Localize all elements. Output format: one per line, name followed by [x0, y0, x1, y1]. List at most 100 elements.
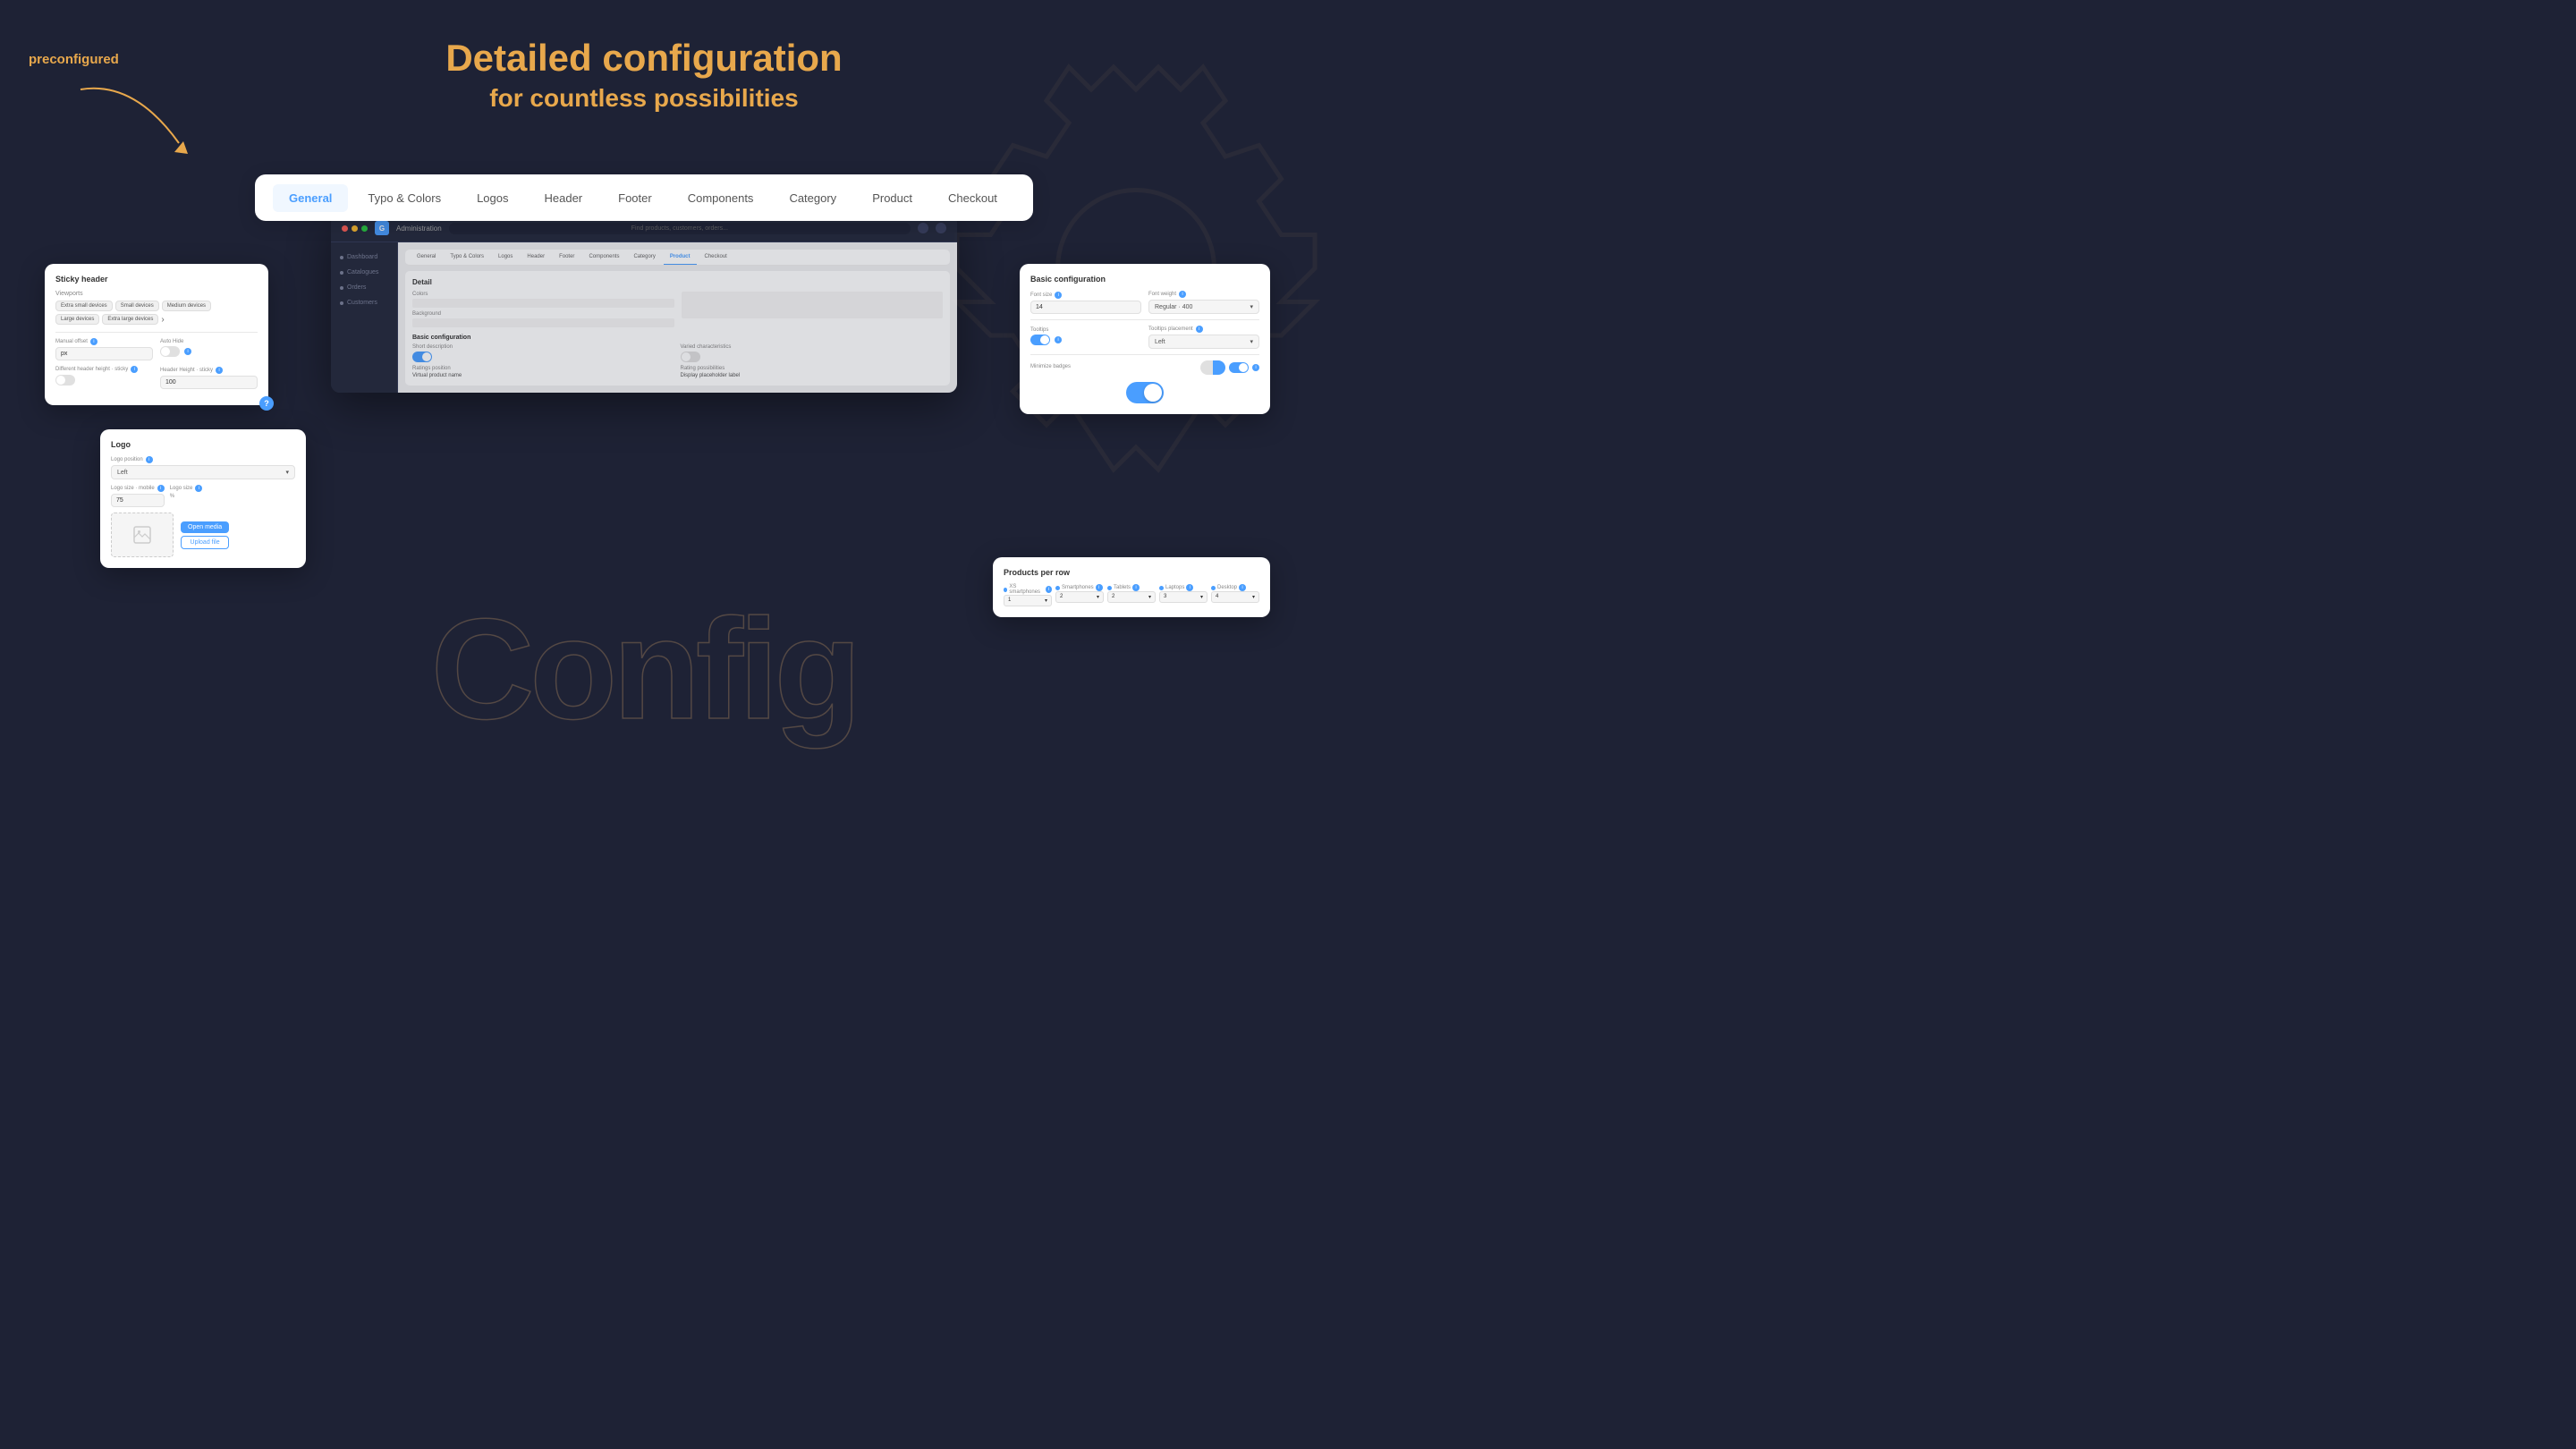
font-size-info: i	[1055, 292, 1062, 299]
card-products-per-row: Products per row XS smartphones i 1▾ Sma…	[993, 557, 1270, 617]
font-weight-label: Font weight i	[1148, 291, 1259, 298]
auto-hide-info: i	[184, 348, 191, 355]
auto-hide-toggle[interactable]	[160, 346, 180, 357]
logo-size-mobile-label: Logo size · mobile i	[111, 485, 165, 492]
sticky-header-title: Sticky header	[55, 275, 258, 284]
upload-file-button[interactable]: Upload file	[181, 536, 229, 549]
main-tab-bar: General Typo & Colors Logos Header Foote…	[255, 174, 1033, 221]
tab-header[interactable]: Header	[529, 184, 599, 212]
short-desc-toggle[interactable]	[412, 352, 432, 362]
logo-position-select[interactable]: Left ▾	[111, 465, 295, 479]
card-sticky-header: Sticky header Viewports Extra small devi…	[45, 264, 268, 405]
ppr-xs-info: i	[1046, 586, 1052, 593]
open-media-button[interactable]: Open media	[181, 521, 229, 533]
products-per-row-title: Products per row	[1004, 568, 1259, 577]
sidebar-item-customers[interactable]: Customers	[331, 295, 397, 310]
sidebar-item-orders[interactable]: Orders	[331, 280, 397, 295]
chip-xl[interactable]: Extra large devices	[102, 314, 158, 325]
card-basic-config: Basic configuration Font size i 14 Font …	[1020, 264, 1270, 414]
ppr-md-info: i	[1132, 584, 1140, 591]
ppr-lg-info: i	[1186, 584, 1193, 591]
diff-header-toggle[interactable]	[55, 375, 75, 386]
font-size-input[interactable]: 14	[1030, 301, 1141, 314]
admin-panel: G Administration Find products, customer…	[331, 215, 957, 393]
inner-tab-components[interactable]: Components	[582, 250, 625, 265]
inner-tab-typo[interactable]: Typo & Colors	[444, 250, 490, 265]
chip-xs[interactable]: Extra small devices	[55, 301, 113, 311]
tooltips-placement-info: i	[1196, 326, 1203, 333]
chip-sm[interactable]: Small devices	[115, 301, 159, 311]
ppr-md-select[interactable]: 2▾	[1107, 591, 1156, 603]
inner-tab-logos[interactable]: Logos	[492, 250, 519, 265]
viewports-label: Viewports	[55, 291, 258, 297]
tooltips-placement-select[interactable]: Left ▾	[1148, 335, 1259, 349]
tab-product[interactable]: Product	[856, 184, 928, 212]
ppr-col-sm: Smartphones i 2▾	[1055, 584, 1104, 606]
tab-general[interactable]: General	[273, 184, 348, 212]
logo-position-info: i	[146, 456, 153, 463]
chip-md[interactable]: Medium devices	[162, 301, 211, 311]
logo-size-mobile-info: i	[157, 485, 165, 492]
inner-tab-header[interactable]: Header	[521, 250, 551, 265]
config-watermark: Config	[431, 587, 857, 751]
tab-category[interactable]: Category	[773, 184, 852, 212]
chip-lg[interactable]: Large devices	[55, 314, 99, 325]
admin-search[interactable]: Find products, customers, orders...	[449, 223, 911, 234]
minimize-badges-toggle-partial[interactable]	[1200, 360, 1225, 375]
card-logo: Logo Logo position i Left ▾ Logo size · …	[100, 429, 306, 568]
minimize-badges-label: Minimize badges	[1030, 364, 1071, 369]
logo-title: Logo	[111, 440, 295, 449]
products-per-row-grid: XS smartphones i 1▾ Smartphones i 2▾ Tab…	[1004, 584, 1259, 606]
manual-offset-input[interactable]: px	[55, 347, 153, 360]
help-icon	[936, 223, 946, 233]
inner-tab-category[interactable]: Category	[627, 250, 661, 265]
diff-header-label: Different header height · sticky i	[55, 366, 153, 373]
tab-checkout[interactable]: Checkout	[932, 184, 1013, 212]
dot-red	[342, 225, 348, 232]
ppr-sm-select[interactable]: 2▾	[1055, 591, 1104, 603]
ppr-xl-select[interactable]: 4▾	[1211, 591, 1259, 603]
sidebar-item-dashboard[interactable]: Dashboard	[331, 250, 397, 265]
logo-position-label: Logo position i	[111, 456, 295, 463]
manual-offset-info: i	[90, 338, 97, 345]
ppr-xl-info: i	[1239, 584, 1246, 591]
tab-components[interactable]: Components	[672, 184, 770, 212]
tooltips-info: i	[1055, 336, 1062, 343]
ppr-col-lg: Laptops i 3▾	[1159, 584, 1208, 606]
font-weight-select[interactable]: Regular · 400 ▾	[1148, 300, 1259, 314]
tooltips-toggle[interactable]	[1030, 335, 1050, 345]
chips-arrow: ›	[161, 315, 164, 325]
logo-size-mobile-input[interactable]: 75	[111, 494, 165, 507]
admin-logo: G	[375, 221, 389, 235]
ppr-col-xl: Desktop i 4▾	[1211, 584, 1259, 606]
large-blue-toggle[interactable]	[1126, 382, 1164, 403]
preconfigured-label: preconfigured	[29, 52, 119, 67]
ppr-col-xs: XS smartphones i 1▾	[1004, 584, 1052, 606]
header-height-info: i	[216, 367, 223, 374]
ppr-xs-select[interactable]: 1▾	[1004, 595, 1052, 606]
sidebar-item-catalogues[interactable]: Catalogues	[331, 265, 397, 280]
diff-header-info: i	[131, 366, 138, 373]
basic-config-title: Basic configuration	[1030, 275, 1259, 284]
inner-tab-checkout[interactable]: Checkout	[699, 250, 733, 265]
header-height-label: Header Height · sticky i	[160, 367, 258, 374]
inner-tab-footer[interactable]: Footer	[553, 250, 580, 265]
header-height-input[interactable]: 100	[160, 376, 258, 389]
minimize-badges-toggle[interactable]	[1229, 362, 1249, 373]
tab-footer[interactable]: Footer	[602, 184, 668, 212]
tab-typo-colors[interactable]: Typo & Colors	[352, 184, 457, 212]
inner-tab-general[interactable]: General	[411, 250, 442, 265]
admin-title: Administration	[396, 225, 442, 233]
logo-preview	[111, 513, 174, 557]
ppr-lg-select[interactable]: 3▾	[1159, 591, 1208, 603]
dot-green	[361, 225, 368, 232]
dot-yellow	[352, 225, 358, 232]
logo-size-label: Logo size i	[170, 485, 203, 492]
tab-logos[interactable]: Logos	[461, 184, 524, 212]
manual-offset-label: Manual offset i	[55, 338, 153, 345]
font-size-label: Font size i	[1030, 292, 1141, 299]
varied-char-toggle[interactable]	[681, 352, 700, 362]
inner-tab-product[interactable]: Product	[664, 250, 697, 265]
help-button[interactable]: ?	[259, 396, 274, 411]
arrow-decoration	[63, 72, 206, 179]
